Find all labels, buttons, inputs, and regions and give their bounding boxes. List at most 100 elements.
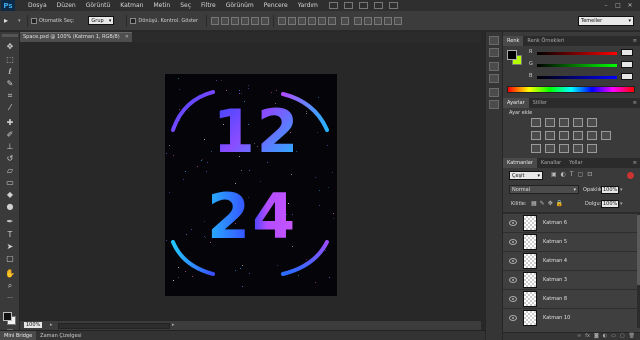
bridge-icon[interactable] xyxy=(328,2,338,9)
filter-adjustment-icon[interactable]: ◐ xyxy=(561,171,566,180)
menu-image[interactable]: Görüntü xyxy=(81,2,116,9)
more-tools-icon[interactable]: ··· xyxy=(4,294,16,304)
brightness-icon[interactable] xyxy=(531,118,541,127)
menu-edit[interactable]: Düzen xyxy=(52,2,81,9)
color-balance-icon[interactable] xyxy=(545,131,555,140)
maximize-icon[interactable]: □ xyxy=(614,2,622,9)
tab-layers[interactable]: Katmanlar xyxy=(503,158,537,168)
layer-row[interactable]: Katman 4 xyxy=(503,251,637,270)
distribute-bottom-icon[interactable] xyxy=(298,16,307,25)
zoom-level-icon[interactable] xyxy=(358,2,368,9)
path-select-tool-icon[interactable]: ➤ xyxy=(4,242,16,252)
distribute-vcenter-icon[interactable] xyxy=(288,16,297,25)
tab-mini-bridge[interactable]: Mini Bridge xyxy=(0,330,37,340)
chevron-down-icon[interactable]: ▾ xyxy=(620,187,623,193)
layer-row[interactable]: Katman 3 xyxy=(503,270,637,289)
tab-timeline[interactable]: Zaman Çizelgesi xyxy=(36,331,85,340)
auto-select-dropdown[interactable]: Grup ▾ xyxy=(88,16,115,25)
character-panel-icon[interactable] xyxy=(489,88,499,97)
tab-swatches[interactable]: Renk Örnekleri xyxy=(523,36,568,46)
slider-g[interactable]: G xyxy=(529,61,635,69)
close-icon[interactable]: ✕ xyxy=(626,2,634,9)
horizontal-scrollbar[interactable] xyxy=(58,323,170,329)
layer-filter-dropdown[interactable]: Çeşit ▾ xyxy=(509,171,543,180)
menu-layer[interactable]: Katman xyxy=(115,2,148,9)
dodge-tool-icon[interactable]: ● xyxy=(4,202,16,212)
lock-image-icon[interactable]: ✎ xyxy=(540,200,545,207)
opacity-input[interactable]: 100% xyxy=(601,186,619,194)
exposure-icon[interactable] xyxy=(573,118,583,127)
hue-saturation-icon[interactable] xyxy=(531,131,541,140)
fill-input[interactable]: 100% xyxy=(601,200,619,208)
align-top-icon[interactable] xyxy=(211,16,220,25)
crop-tool-icon[interactable]: ⌗ xyxy=(4,91,16,101)
align-left-icon[interactable] xyxy=(241,16,250,25)
move-tool-icon[interactable]: ▸ xyxy=(4,15,18,27)
align-vcenter-icon[interactable] xyxy=(221,16,230,25)
delete-layer-icon[interactable]: 🗑 xyxy=(629,333,635,340)
eye-icon[interactable] xyxy=(509,296,517,302)
foreground-color-swatch[interactable] xyxy=(3,312,12,321)
slider-b-value[interactable] xyxy=(621,73,633,80)
channel-mixer-icon[interactable] xyxy=(587,131,597,140)
foreground-color-swatch[interactable] xyxy=(507,50,517,60)
chevron-down-icon[interactable]: ▾ xyxy=(620,201,623,207)
eye-icon[interactable] xyxy=(509,220,517,226)
tab-color[interactable]: Renk xyxy=(503,36,524,46)
healing-brush-tool-icon[interactable]: ✚ xyxy=(4,118,16,128)
tools-grip[interactable] xyxy=(2,34,18,37)
menu-view[interactable]: Görünüm xyxy=(221,2,259,9)
shape-tool-icon[interactable]: ▢ xyxy=(4,254,16,264)
link-layers-icon[interactable]: ∞ xyxy=(577,333,581,340)
distribute-left-icon[interactable] xyxy=(308,16,317,25)
slider-b[interactable]: B xyxy=(529,73,635,81)
black-white-icon[interactable] xyxy=(559,131,569,140)
fx-icon[interactable]: fx xyxy=(585,333,590,340)
minibridge-icon[interactable] xyxy=(343,2,353,9)
eraser-tool-icon[interactable]: ▱ xyxy=(4,166,16,176)
color-lookup-icon[interactable] xyxy=(601,131,611,140)
distribute-right-icon[interactable] xyxy=(328,16,337,25)
gradient-tool-icon[interactable]: ▭ xyxy=(4,178,16,188)
slider-g-value[interactable] xyxy=(621,61,633,68)
minimize-icon[interactable]: – xyxy=(602,2,610,9)
brush-panel-icon[interactable] xyxy=(489,62,499,71)
properties-panel-icon[interactable] xyxy=(489,48,499,57)
workspace-dropdown[interactable]: Temeller ▾ xyxy=(578,16,634,26)
eye-icon[interactable] xyxy=(509,315,517,321)
align-hcenter-icon[interactable] xyxy=(251,16,260,25)
paragraph-panel-icon[interactable] xyxy=(489,100,499,109)
3d-scale-icon[interactable] xyxy=(394,16,403,25)
threshold-icon[interactable] xyxy=(559,144,569,153)
eye-icon[interactable] xyxy=(509,277,517,283)
distribute-hcenter-icon[interactable] xyxy=(318,16,327,25)
arrange-documents-icon[interactable] xyxy=(373,2,383,9)
new-group-icon[interactable]: ▭ xyxy=(611,333,616,340)
distribute-top-icon[interactable] xyxy=(278,16,287,25)
align-bottom-icon[interactable] xyxy=(231,16,240,25)
curves-icon[interactable] xyxy=(559,118,569,127)
layer-row[interactable]: Katman 10 xyxy=(503,308,637,327)
menu-filter[interactable]: Filtre xyxy=(196,2,221,9)
panel-menu-icon[interactable]: ≡ xyxy=(633,160,637,166)
3d-slide-icon[interactable] xyxy=(384,16,393,25)
history-panel-icon[interactable] xyxy=(489,36,499,45)
3d-rotate-icon[interactable] xyxy=(354,16,363,25)
auto-select-checkbox[interactable] xyxy=(31,17,37,24)
slider-r-value[interactable] xyxy=(621,49,633,56)
eye-icon[interactable] xyxy=(509,258,517,264)
document-tab[interactable]: Space.psd @ 100% (Katman 1, RGB/8) ✕ xyxy=(20,32,132,42)
close-tab-icon[interactable]: ✕ xyxy=(125,33,129,42)
eyedropper-tool-icon[interactable]: ⁄ xyxy=(4,103,16,113)
type-tool-icon[interactable]: T xyxy=(4,230,16,240)
levels-icon[interactable] xyxy=(545,118,555,127)
slider-r[interactable]: R xyxy=(529,49,635,57)
posterize-icon[interactable] xyxy=(545,144,555,153)
menu-window[interactable]: Pencere xyxy=(259,2,293,9)
blur-tool-icon[interactable]: ◆ xyxy=(4,190,16,200)
photo-filter-icon[interactable] xyxy=(573,131,583,140)
filter-toggle-icon[interactable] xyxy=(627,172,634,179)
panel-menu-icon[interactable]: ≡ xyxy=(633,100,637,106)
vibrance-icon[interactable] xyxy=(587,118,597,127)
quick-select-tool-icon[interactable]: ✎ xyxy=(4,79,16,89)
